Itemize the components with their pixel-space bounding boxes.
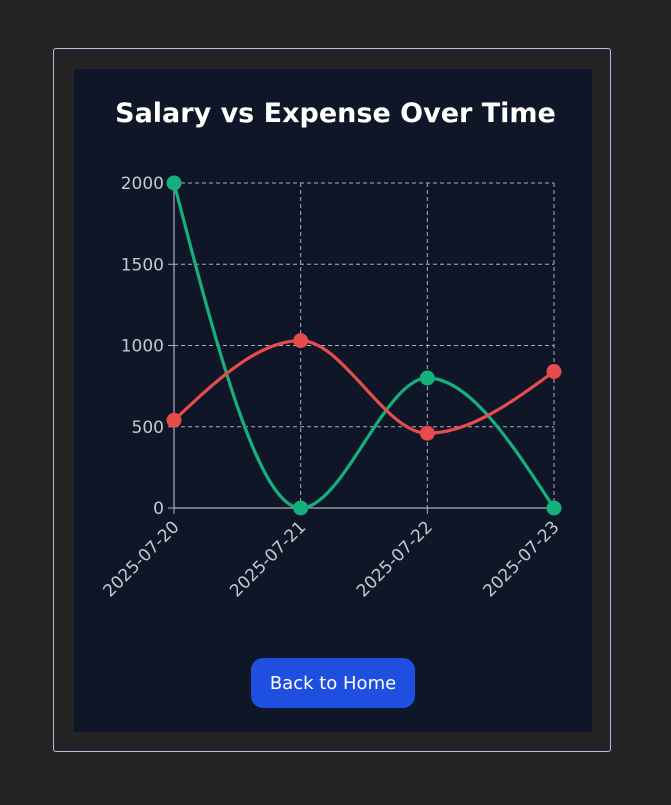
expense-point[interactable]	[166, 412, 182, 428]
tick-labels: 0 500 1000 1500 2000 2025-07-20 2025-07-21 2025…	[100, 174, 564, 601]
y-tick-label: 2000	[121, 174, 164, 194]
expense-point[interactable]	[546, 364, 562, 379]
back-to-home-button[interactable]: Back to Home	[251, 658, 415, 708]
y-tick-label: 0	[153, 499, 164, 519]
x-tick-label: 2025-07-22	[353, 517, 437, 601]
salary-point[interactable]	[419, 370, 435, 386]
salary-point[interactable]	[293, 500, 309, 516]
x-tick-label: 2025-07-20	[100, 517, 184, 601]
axes	[168, 182, 555, 514]
grid-lines	[173, 182, 555, 509]
y-tick-label: 500	[132, 418, 164, 438]
expense-point[interactable]	[419, 425, 435, 441]
x-tick-label: 2025-07-23	[480, 517, 564, 601]
expense-point[interactable]	[293, 333, 309, 349]
x-tick-label: 2025-07-21	[226, 517, 310, 601]
salary-point[interactable]	[546, 500, 562, 516]
salary-point[interactable]	[166, 175, 182, 191]
y-tick-label: 1500	[121, 255, 164, 275]
y-tick-label: 1000	[121, 337, 164, 357]
